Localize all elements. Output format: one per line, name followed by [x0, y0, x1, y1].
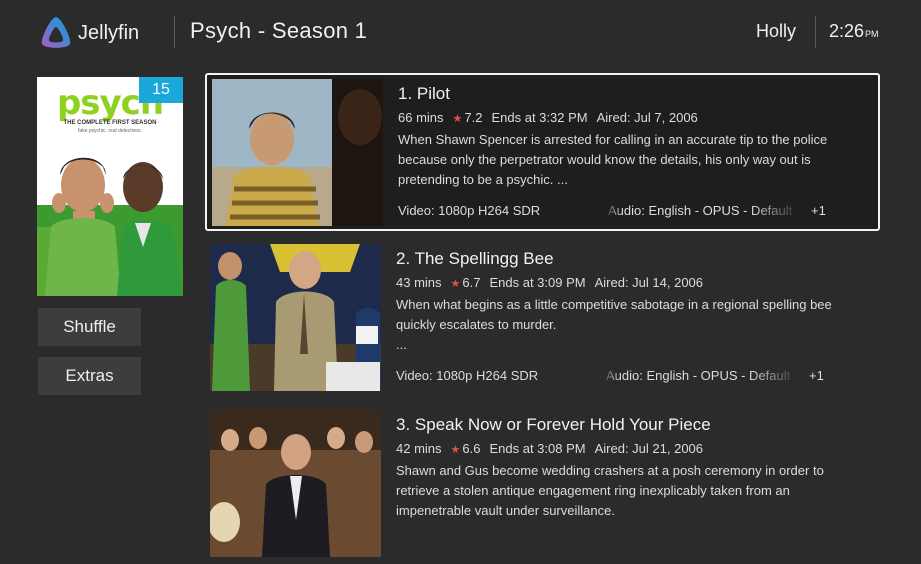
episode-item-1[interactable]: 1. Pilot 66 mins ★ 7.2 Ends at 3:32 PM Aired… — [205, 73, 880, 231]
poster-subtitle: THE COMPLETE FIRST SEASON — [63, 120, 157, 126]
episode-meta: 42 mins ★ 6.6 Ends at 3:08 PM Aired: Jul 21,… — [396, 441, 712, 456]
star-icon: ★ — [452, 113, 463, 125]
episode-item-2[interactable]: 2. The Spellingg Bee 43 mins ★ 6.7 Ends at … — [205, 240, 880, 398]
episode-thumbnail-1[interactable] — [212, 79, 383, 226]
episode-count-badge: 15 — [139, 77, 183, 103]
episode-rating: 6.7 — [462, 275, 481, 290]
episode-runtime: 43 mins — [396, 275, 442, 290]
episode-video-info: Video: 1080p H264 SDR — [398, 203, 541, 218]
episode-description: Shawn and Gus become wedding crashers at… — [396, 463, 824, 518]
episode-thumbnail-3[interactable] — [210, 410, 381, 557]
extras-button[interactable]: Extras — [38, 357, 141, 395]
episode-title: 3. Speak Now or Forever Hold Your Piece — [396, 415, 711, 434]
episode-ends-at: Ends at 3:32 PM — [491, 110, 588, 125]
top-bar: Jellyfin Psych - Season 1 Holly 2:26PM — [0, 0, 921, 64]
episode-aired: Aired: Jul 14, 2006 — [594, 275, 704, 290]
header-divider — [174, 16, 175, 48]
poster-tagline: fake psychic. real detectives. — [78, 128, 142, 134]
episode-runtime: 42 mins — [396, 441, 442, 456]
episode-audio-info: Audio: English - OPUS - Default - OP... — [608, 203, 792, 218]
app-name[interactable]: Jellyfin — [78, 22, 139, 45]
episode-meta: 66 mins ★ 7.2 Ends at 3:32 PM Aired: Jul 7, … — [398, 110, 707, 125]
user-name[interactable]: Holly — [756, 21, 796, 42]
header-divider — [815, 16, 816, 48]
episode-aired: Aired: Jul 7, 2006 — [596, 110, 698, 125]
episode-more-streams: +1 — [809, 368, 824, 383]
episode-audio-info: Audio: English - OPUS - Default - OP... — [606, 368, 790, 383]
star-icon: ★ — [450, 278, 461, 290]
star-icon: ★ — [450, 444, 461, 456]
episode-description: When what begins as a little competitive… — [396, 297, 832, 352]
jellyfin-logo-icon[interactable] — [39, 15, 73, 49]
page-title: Psych - Season 1 — [190, 18, 368, 43]
clock: 2:26PM — [829, 21, 879, 42]
episode-rating: 6.6 — [462, 441, 481, 456]
episode-more-streams: +1 — [811, 203, 826, 218]
clock-time: 2:26 — [829, 21, 865, 41]
shuffle-button[interactable]: Shuffle — [38, 308, 141, 346]
season-poster[interactable]: psych THE COMPLETE FIRST SEASON fake psy… — [37, 77, 183, 296]
episode-ends-at: Ends at 3:08 PM — [489, 441, 586, 456]
episode-title: 2. The Spellingg Bee — [396, 249, 554, 268]
episode-runtime: 66 mins — [398, 110, 444, 125]
episode-meta: 43 mins ★ 6.7 Ends at 3:09 PM Aired: Jul 14,… — [396, 275, 712, 290]
episode-ends-at: Ends at 3:09 PM — [489, 275, 586, 290]
clock-ampm: PM — [865, 29, 879, 39]
episode-thumbnail-2[interactable] — [210, 244, 381, 391]
episode-aired: Aired: Jul 21, 2006 — [594, 441, 704, 456]
episode-item-3[interactable]: 3. Speak Now or Forever Hold Your Piece … — [205, 406, 880, 564]
episode-rating: 7.2 — [464, 110, 483, 125]
episode-description: When Shawn Spencer is arrested for calli… — [398, 132, 828, 187]
episode-video-info: Video: 1080p H264 SDR — [396, 368, 539, 383]
episode-title: 1. Pilot — [398, 84, 450, 103]
